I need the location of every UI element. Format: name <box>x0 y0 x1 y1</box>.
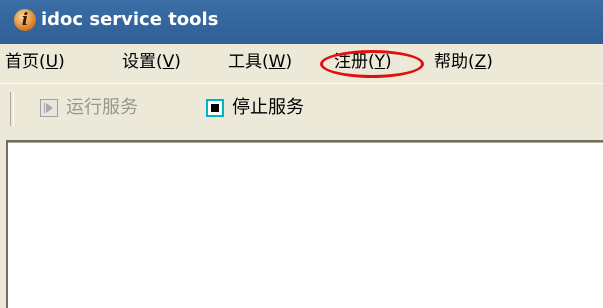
menu-settings-label: 设置( <box>122 52 163 72</box>
stop-service-button[interactable]: 停止服务 <box>206 96 346 122</box>
menu-settings-close: ) <box>174 52 181 72</box>
menu-help-label: 帮助( <box>434 52 475 72</box>
menu-settings[interactable]: 设置(V) <box>122 51 181 73</box>
toolbar: 运行服务 停止服务 <box>0 83 603 136</box>
run-service-label: 运行服务 <box>66 97 138 118</box>
menu-bar: 首页(U) 设置(V) 工具(W) 注册(Y) 帮助(Z) <box>0 44 603 81</box>
run-service-button[interactable]: 运行服务 <box>40 96 180 122</box>
menu-home-close: ) <box>58 52 65 72</box>
menu-home-accel: U <box>45 52 59 72</box>
menu-tools[interactable]: 工具(W) <box>228 51 292 73</box>
menu-help-accel: Z <box>474 52 487 72</box>
toolbar-grip[interactable] <box>10 92 14 126</box>
title-bar[interactable]: i idoc service tools <box>0 0 603 44</box>
menu-tools-accel: W <box>268 52 286 72</box>
menu-home-label: 首页( <box>5 52 46 72</box>
menu-settings-accel: V <box>162 52 175 72</box>
menu-help[interactable]: 帮助(Z) <box>434 51 493 73</box>
stop-service-icon <box>206 99 224 117</box>
window-title: idoc service tools <box>41 9 219 30</box>
main-content-area[interactable] <box>6 140 603 308</box>
highlight-ring <box>320 50 424 78</box>
menu-tools-close: ) <box>285 52 293 72</box>
stop-service-label: 停止服务 <box>232 97 304 118</box>
run-service-icon <box>40 99 58 117</box>
menu-home[interactable]: 首页(U) <box>5 51 65 73</box>
app-icon: i <box>14 9 36 31</box>
menu-help-close: ) <box>486 52 493 72</box>
menu-tools-label: 工具( <box>228 52 269 72</box>
